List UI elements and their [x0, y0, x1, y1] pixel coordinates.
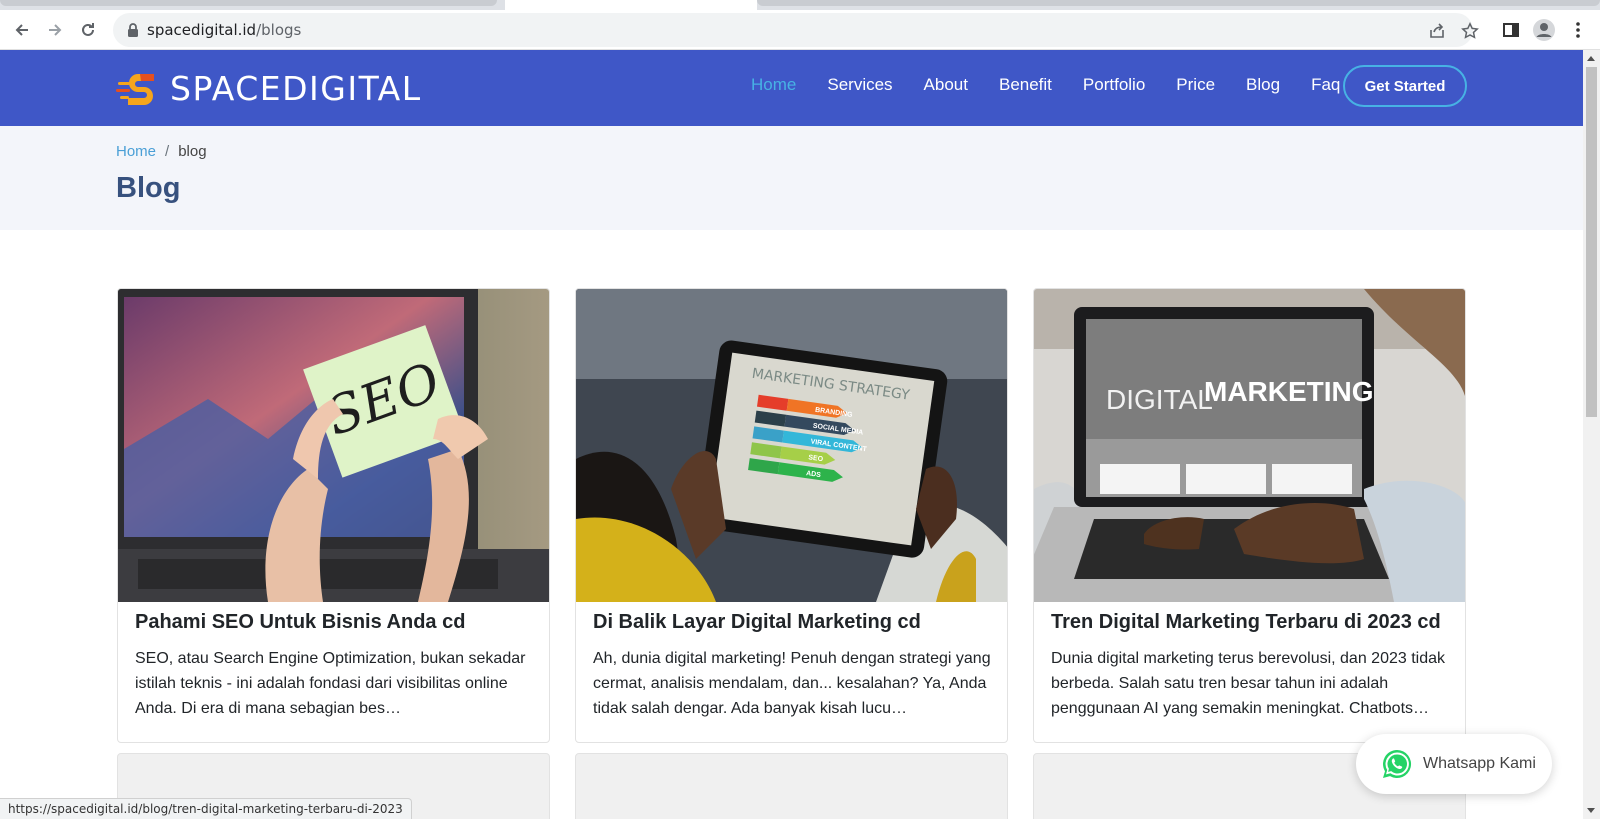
blog-card[interactable]: DIGITAL MARKETING Tren Digital Marketing… — [1033, 288, 1466, 743]
blog-card[interactable]: SEO Pahami SEO Untuk Bisnis Anda cd SEO,… — [117, 288, 550, 743]
whatsapp-button[interactable]: Whatsapp Kami — [1356, 734, 1552, 794]
browser-tab-active[interactable] — [505, 0, 757, 10]
site-logo[interactable]: SPACEDIGITAL — [116, 68, 422, 108]
page-title: Blog — [116, 172, 181, 204]
browser-toolbar: spacedigital.id/blogs — [0, 10, 1600, 50]
reload-icon[interactable] — [74, 16, 102, 44]
browser-tab[interactable] — [0, 0, 497, 6]
whatsapp-label: Whatsapp Kami — [1423, 755, 1536, 772]
browser-tab-strip — [0, 0, 1600, 10]
blog-card-title[interactable]: Pahami SEO Untuk Bisnis Anda cd — [135, 611, 465, 634]
lock-icon — [128, 23, 138, 37]
get-started-button[interactable]: Get Started — [1343, 65, 1467, 107]
scrollbar-thumb[interactable] — [1586, 67, 1597, 417]
breadcrumb-separator: / — [165, 143, 170, 160]
breadcrumb-current: blog — [178, 143, 207, 160]
page-viewport: SPACEDIGITAL Home Services About Benefit… — [0, 50, 1583, 819]
nav-item-blog[interactable]: Blog — [1246, 75, 1280, 95]
address-url: spacedigital.id/blogs — [147, 21, 302, 39]
address-bar[interactable]: spacedigital.id/blogs — [113, 13, 1479, 47]
breadcrumb-home-link[interactable]: Home — [116, 143, 156, 160]
browser-tab[interactable] — [757, 0, 1600, 6]
nav-item-portfolio[interactable]: Portfolio — [1083, 75, 1145, 95]
bookmark-star-icon[interactable] — [1458, 19, 1482, 43]
logo-icon — [116, 74, 154, 105]
blog-card-image[interactable]: DIGITAL MARKETING — [1034, 289, 1465, 602]
breadcrumb-section: Home / blog Blog — [0, 126, 1583, 230]
nav-item-services[interactable]: Services — [827, 75, 892, 95]
blog-card-excerpt: Ah, dunia digital marketing! Penuh denga… — [593, 650, 991, 717]
page-scrollbar[interactable] — [1583, 50, 1600, 819]
svg-text:DIGITAL: DIGITAL — [1106, 384, 1213, 415]
back-icon[interactable] — [8, 16, 36, 44]
scroll-down-arrow-icon[interactable] — [1587, 808, 1595, 813]
nav-item-about[interactable]: About — [924, 75, 968, 95]
blog-card-image[interactable]: MARKETING STRATEGY BRANDING SOCIAL MEDIA… — [576, 289, 1007, 602]
svg-text:MARKETING: MARKETING — [1204, 376, 1374, 407]
nav-item-price[interactable]: Price — [1176, 75, 1215, 95]
logo-text: SPACEDIGITAL — [170, 68, 422, 108]
scroll-up-arrow-icon[interactable] — [1587, 56, 1595, 61]
forward-icon[interactable] — [41, 16, 69, 44]
nav-item-benefit[interactable]: Benefit — [999, 75, 1052, 95]
blog-card-title[interactable]: Tren Digital Marketing Terbaru di 2023 c… — [1051, 611, 1441, 634]
breadcrumb: Home / blog — [116, 143, 207, 160]
profile-avatar-icon[interactable] — [1530, 16, 1558, 44]
nav-item-faq[interactable]: Faq — [1311, 75, 1340, 95]
nav-item-home[interactable]: Home — [751, 75, 796, 95]
blog-card-title[interactable]: Di Balik Layar Digital Marketing cd — [593, 611, 921, 634]
blog-card-image[interactable]: SEO — [118, 289, 549, 602]
site-header: SPACEDIGITAL Home Services About Benefit… — [0, 50, 1583, 126]
blog-card-excerpt: Dunia digital marketing terus berevolusi… — [1051, 650, 1446, 717]
blog-card[interactable]: MARKETING STRATEGY BRANDING SOCIAL MEDIA… — [575, 288, 1008, 743]
blog-card-placeholder[interactable] — [575, 753, 1008, 819]
link-status-bar: https://spacedigital.id/blog/tren-digita… — [0, 798, 412, 819]
blog-card-excerpt: SEO, atau Search Engine Optimization, bu… — [135, 650, 526, 717]
main-nav: Home Services About Benefit Portfolio Pr… — [751, 75, 1371, 95]
side-panel-icon[interactable] — [1497, 16, 1525, 44]
share-icon[interactable] — [1425, 19, 1449, 43]
browser-menu-icon[interactable] — [1564, 16, 1592, 44]
whatsapp-icon — [1383, 749, 1412, 778]
